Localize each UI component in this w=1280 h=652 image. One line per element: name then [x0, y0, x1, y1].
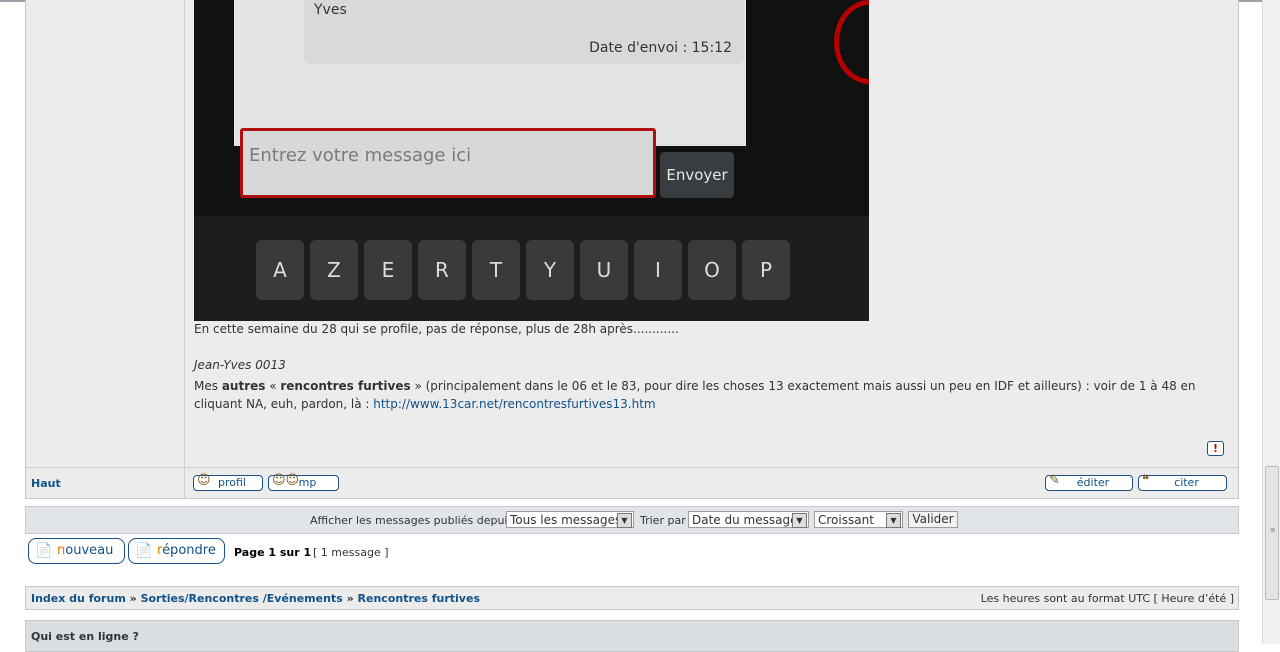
phone-input: Entrez votre message ici [240, 128, 656, 198]
message-bubble: Yves Date d'envoi : 15:12 [304, 0, 744, 64]
pagination-text: Page 1 sur 1 [234, 546, 312, 559]
sort-by-value: Date du message [692, 513, 798, 527]
sort-bar: Afficher les messages publiés depuis : T… [25, 506, 1239, 534]
chevron-down-icon: ▼ [617, 513, 632, 528]
key: T [472, 240, 520, 300]
post-actions-row: Haut ☺ profil ☺☺ mp ✎ éditer ❝ citer [25, 467, 1239, 499]
breadcrumb-forum[interactable]: Rencontres furtives [358, 592, 480, 605]
phone-keyboard: A Z E R T Y U I O P [194, 216, 869, 321]
phone-send-button: Envoyer [660, 152, 734, 198]
mes-prefix: Mes [194, 379, 222, 393]
breadcrumb-category[interactable]: Sorties/Rencontres /Evénements [141, 592, 343, 605]
key: E [364, 240, 412, 300]
edit-button-label: éditer [1076, 476, 1110, 489]
submit-sort-button[interactable]: Valider [908, 511, 958, 528]
bubble-name: Yves [314, 2, 347, 18]
back-to-top-link[interactable]: Haut [31, 477, 61, 490]
phone-red-ring [834, 0, 869, 84]
post-image: Yves Date d'envoi : 15:12 Entrez votre m… [194, 0, 869, 321]
private-message-button[interactable]: ☺☺ mp [268, 474, 339, 491]
display-since-label: Afficher les messages publiés depuis : [310, 514, 521, 527]
reply-button[interactable]: 📄 répondre [128, 538, 225, 564]
reply-label-rest: épondre [162, 543, 216, 558]
new-topic-label-rest: ouveau [65, 543, 114, 558]
key: U [580, 240, 628, 300]
breadcrumb-sep: » [346, 592, 354, 605]
post-text: En cette semaine du 28 qui se profile, p… [194, 322, 679, 336]
document-icon: 📄 [35, 543, 53, 559]
profile-button[interactable]: ☺ profil [193, 474, 263, 491]
pm-button-label: mp [298, 476, 317, 489]
vertical-scrollbar[interactable]: ≡ [1262, 0, 1280, 644]
quote-button[interactable]: ❝ citer [1138, 474, 1227, 491]
new-topic-button[interactable]: 📄 nouveau [28, 538, 125, 564]
sort-order-select[interactable]: Croissant ▼ [814, 511, 903, 528]
mes-bold-autres: autres [221, 379, 266, 393]
report-icon[interactable]: ! [1207, 441, 1224, 456]
quote-button-label: citer [1174, 476, 1199, 489]
new-topic-label: nouveau [57, 539, 113, 563]
post-container: Yves Date d'envoi : 15:12 Entrez votre m… [25, 0, 1239, 467]
key: Y [526, 240, 574, 300]
chevron-down-icon: ▼ [886, 513, 901, 528]
display-since-value: Tous les messages [510, 513, 622, 527]
key: R [418, 240, 466, 300]
signature-link[interactable]: http://www.13car.net/rencontresfurtives1… [373, 397, 655, 411]
signature: Jean-Yves 0013 [194, 358, 286, 372]
who-is-online-title: Qui est en ligne ? [31, 630, 139, 643]
sort-by-select[interactable]: Date du message ▼ [688, 511, 809, 528]
key: O [688, 240, 736, 300]
key: A [256, 240, 304, 300]
sort-order-value: Croissant [818, 513, 874, 527]
key: I [634, 240, 682, 300]
display-since-select[interactable]: Tous les messages ▼ [506, 511, 634, 528]
mes-bold-rencontres: rencontres furtives [280, 379, 411, 393]
chevron-down-icon: ▼ [792, 513, 807, 528]
breadcrumb-links: Index du forum » Sorties/Rencontres /Evé… [31, 592, 480, 605]
breadcrumb-index[interactable]: Index du forum [31, 592, 126, 605]
profile-button-label: profil [218, 476, 246, 489]
reply-label: répondre [157, 539, 216, 563]
mes-quote-open: « [265, 379, 281, 393]
document-icon: 📄 [135, 543, 153, 559]
divider [184, 468, 185, 498]
post-author-column [26, 0, 185, 467]
key: Z [310, 240, 358, 300]
post-body: Yves Date d'envoi : 15:12 Entrez votre m… [194, 0, 1226, 467]
scrollbar-thumb[interactable]: ≡ [1265, 466, 1279, 600]
who-is-online-panel: Qui est en ligne ? [25, 620, 1239, 652]
signature-text: Mes autres « rencontres furtives » (prin… [194, 377, 1224, 413]
breadcrumb-sep: » [129, 592, 137, 605]
breadcrumb: Index du forum » Sorties/Rencontres /Evé… [25, 586, 1239, 610]
edit-button[interactable]: ✎ éditer [1045, 474, 1133, 491]
timezone-note: Les heures sont au format UTC [ Heure d’… [980, 592, 1234, 605]
phone-input-placeholder: Entrez votre message ici [249, 145, 472, 166]
bubble-time: Date d'envoi : 15:12 [589, 40, 732, 56]
scrollbar-grip-icon: ≡ [1270, 526, 1276, 534]
message-count: [ 1 message ] [313, 546, 389, 559]
new-topic-label-first: n [57, 543, 66, 558]
key: P [742, 240, 790, 300]
sort-by-label: Trier par [640, 514, 686, 527]
